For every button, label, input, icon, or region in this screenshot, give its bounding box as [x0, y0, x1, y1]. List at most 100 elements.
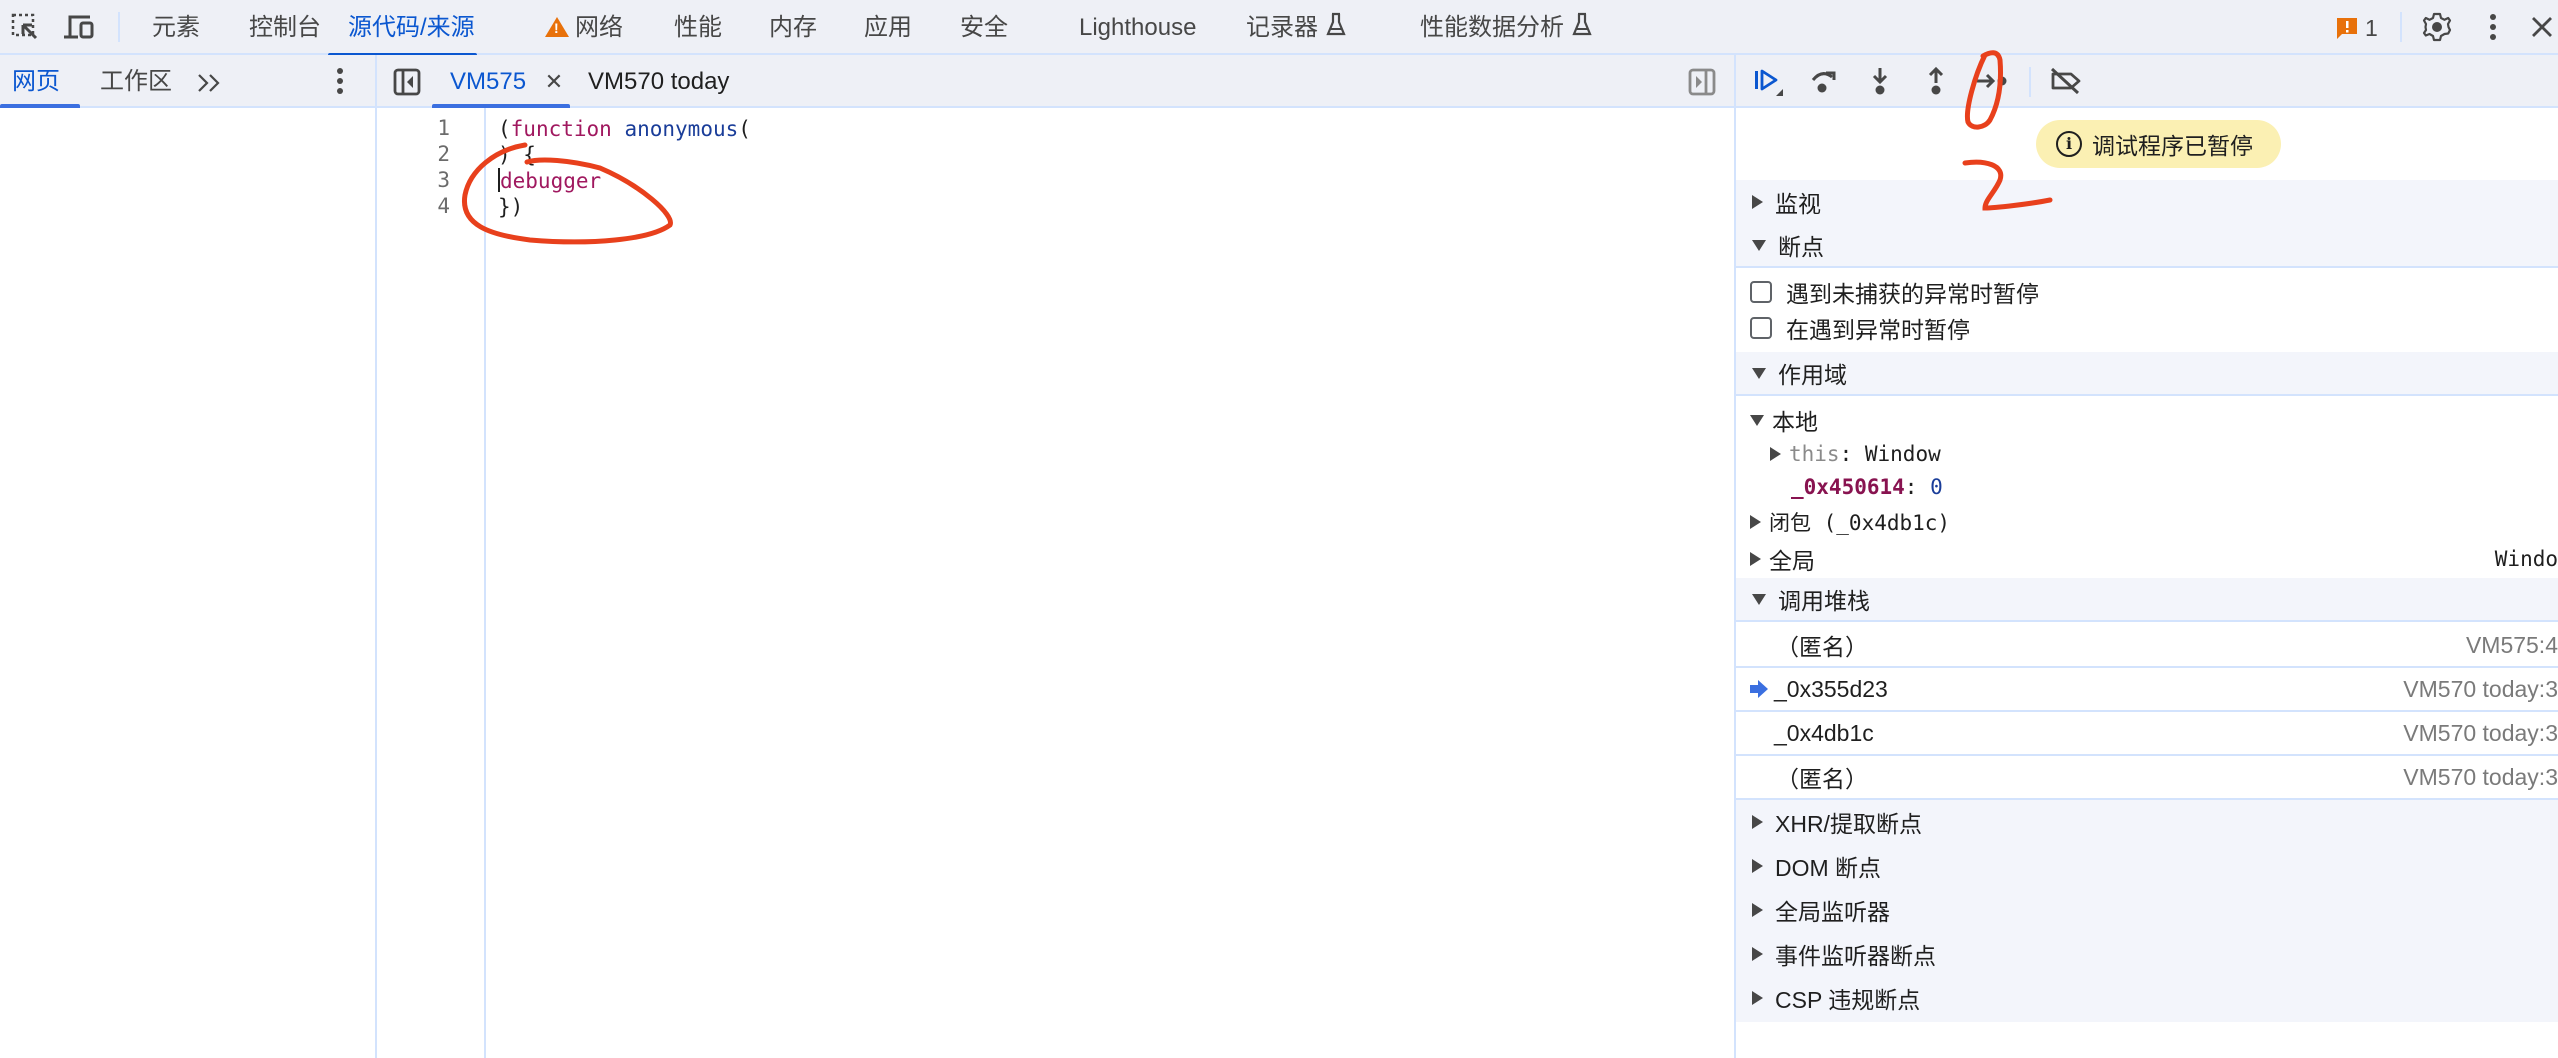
panel-divider — [1734, 53, 1736, 108]
more-tabs-chevron-icon[interactable] — [196, 55, 224, 108]
pause-uncaught-checkbox[interactable] — [1750, 281, 1772, 303]
close-devtools-icon[interactable] — [2525, 10, 2558, 44]
section-call-stack[interactable]: 调用堆栈 — [1736, 578, 2558, 622]
navigator-tab-workspace[interactable]: 工作区 — [100, 55, 172, 108]
code-token: debugger — [500, 169, 602, 193]
deactivate-breakpoints-icon[interactable] — [2046, 61, 2086, 101]
code-line[interactable]: ) { — [498, 142, 536, 168]
code-token: function — [510, 117, 612, 141]
warning-icon — [545, 17, 569, 37]
section-breakpoints[interactable]: 断点 — [1736, 224, 2558, 268]
expand-arrow-icon — [1750, 552, 1761, 566]
issues-counter[interactable]: 1 — [2337, 15, 2378, 42]
active-tab-indicator — [0, 104, 80, 108]
toggle-debugger-sidebar-icon[interactable] — [1688, 68, 1716, 102]
call-stack-frame-current[interactable]: _0x355d23 VM570 today:3 — [1736, 668, 2558, 712]
toolbar-divider — [118, 12, 120, 42]
tab-memory[interactable]: 内存 — [769, 0, 817, 55]
tab-console[interactable]: 控制台 — [249, 0, 321, 55]
collapse-arrow-icon — [1752, 239, 1766, 251]
section-watch[interactable]: 监视 — [1736, 180, 2558, 224]
editor-gutter-divider — [484, 108, 486, 1058]
pause-caught-option[interactable]: 在遇到异常时暂停 — [1736, 310, 2558, 346]
current-frame-arrow-icon — [1750, 680, 1768, 698]
call-stack-frame[interactable]: （匿名） VM575:4 — [1736, 624, 2558, 668]
code-line[interactable]: }) — [498, 194, 523, 220]
tab-elements[interactable]: 元素 — [152, 0, 200, 55]
expand-arrow-icon — [1752, 947, 1763, 961]
toolbar-divider — [2029, 67, 2031, 97]
scope-global[interactable]: 全局 Windo — [1736, 541, 2558, 577]
expand-arrow-icon — [1752, 903, 1763, 917]
navigator-tab-page[interactable]: 网页 — [12, 55, 60, 108]
line-number[interactable]: 1 — [420, 116, 450, 140]
pause-uncaught-option[interactable]: 遇到未捕获的异常时暂停 — [1736, 274, 2558, 310]
code-token: ) { — [498, 143, 536, 167]
scope-closure[interactable]: 闭包 (_0x4db1c) — [1736, 504, 2558, 540]
more-options-icon[interactable] — [2476, 10, 2510, 44]
tab-application[interactable]: 应用 — [864, 0, 912, 55]
scope-this[interactable]: this: Window — [1736, 437, 2558, 471]
resume-icon[interactable] — [1748, 61, 1788, 101]
code-token: anonymous — [624, 117, 739, 141]
code-line[interactable]: (function anonymous( — [498, 116, 751, 142]
inspect-element-icon[interactable] — [8, 10, 42, 44]
expand-arrow-icon — [1770, 447, 1781, 461]
paused-banner: i 调试程序已暂停 — [2036, 120, 2281, 168]
section-xhr-breakpoints[interactable]: XHR/提取断点 — [1736, 800, 2558, 844]
call-stack-frame[interactable]: （匿名） VM570 today:3 — [1736, 756, 2558, 800]
section-scope[interactable]: 作用域 — [1736, 352, 2558, 396]
step-over-icon[interactable] — [1804, 61, 1844, 101]
toolbar-divider — [2400, 12, 2402, 42]
experimental-flask-icon — [1326, 1, 1346, 56]
tab-network[interactable]: 网络 — [545, 0, 623, 55]
expand-arrow-icon — [1752, 859, 1763, 873]
panel-divider — [375, 55, 377, 108]
expand-arrow-icon — [1752, 815, 1763, 829]
code-token: ( — [498, 117, 511, 141]
step-out-icon[interactable] — [1916, 61, 1956, 101]
tab-recorder[interactable]: 记录器 — [1246, 0, 1346, 55]
code-token: }) — [498, 195, 524, 219]
step-into-icon[interactable] — [1860, 61, 1900, 101]
expand-arrow-icon — [1750, 515, 1761, 529]
tab-performance-insights[interactable]: 性能数据分析 — [1420, 0, 1592, 55]
toggle-navigator-icon[interactable] — [393, 68, 421, 102]
line-number[interactable]: 2 — [420, 142, 450, 166]
line-number[interactable]: 3 — [420, 168, 450, 192]
tab-lighthouse[interactable]: Lighthouse — [1079, 0, 1196, 55]
step-icon[interactable] — [1972, 61, 2012, 101]
section-dom-breakpoints[interactable]: DOM 断点 — [1736, 844, 2558, 888]
line-number[interactable]: 4 — [420, 194, 450, 218]
code-token: ( — [738, 117, 751, 141]
scope-var[interactable]: _0x450614: 0 — [1736, 470, 2558, 504]
code-line[interactable]: debugger — [498, 168, 601, 194]
scope-local[interactable]: 本地 — [1736, 402, 2558, 438]
collapse-arrow-icon — [1752, 593, 1766, 605]
info-icon: i — [2056, 131, 2082, 157]
main-toolbar: 元素 控制台 源代码/来源 网络 性能 内存 应用 安全 Lighthouse … — [0, 0, 2558, 57]
editor-tab-vm570[interactable]: VM570 today — [588, 55, 729, 108]
tab-sources[interactable]: 源代码/来源 — [328, 0, 477, 57]
call-stack-frame[interactable]: _0x4db1c VM570 today:3 — [1736, 712, 2558, 756]
tab-performance[interactable]: 性能 — [674, 0, 722, 55]
section-event-listener-breakpoints[interactable]: 事件监听器断点 — [1736, 932, 2558, 976]
issue-flag-icon — [2337, 17, 2357, 39]
settings-gear-icon[interactable] — [2420, 10, 2454, 44]
section-global-listeners[interactable]: 全局监听器 — [1736, 888, 2558, 932]
collapse-arrow-icon — [1752, 367, 1766, 379]
pause-caught-checkbox[interactable] — [1750, 317, 1772, 339]
navigator-more-icon[interactable] — [336, 67, 344, 101]
expand-arrow-icon — [1752, 991, 1763, 1005]
sources-subbar: 网页 工作区 VM575 ✕ VM570 today — [0, 53, 2558, 108]
editor-tab-vm575[interactable]: VM575 ✕ — [450, 55, 563, 108]
navigator-border — [375, 108, 377, 1058]
close-tab-icon[interactable]: ✕ — [545, 69, 563, 94]
device-toggle-icon[interactable] — [62, 10, 96, 44]
expand-arrow-icon — [1752, 195, 1763, 209]
experimental-flask-icon — [1572, 1, 1592, 56]
tab-security[interactable]: 安全 — [960, 0, 1008, 55]
section-csp-breakpoints[interactable]: CSP 违规断点 — [1736, 976, 2558, 1020]
active-tab-indicator — [432, 104, 570, 108]
